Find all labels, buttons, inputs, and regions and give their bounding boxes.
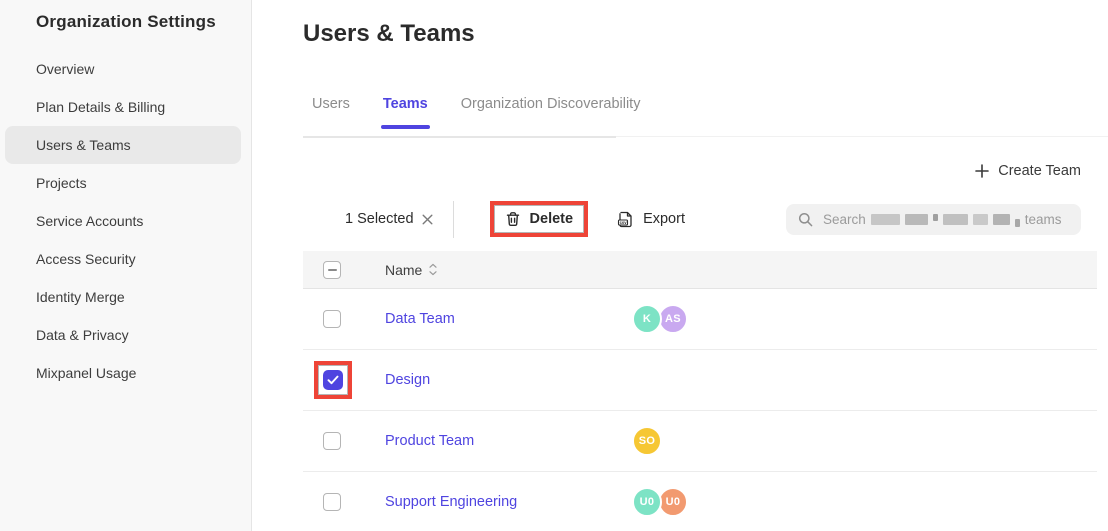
sidebar-item-service-accounts[interactable]: Service Accounts <box>0 202 251 240</box>
row-checkbox-data-team[interactable] <box>323 310 341 328</box>
redacted-text <box>943 214 968 225</box>
search-teams-input[interactable]: Search teams <box>786 204 1081 235</box>
team-link-design[interactable]: Design <box>385 372 430 388</box>
clear-selection-button[interactable] <box>422 214 433 225</box>
export-label: Export <box>643 211 685 227</box>
column-header-name[interactable]: Name <box>385 262 422 278</box>
export-button[interactable]: csv Export <box>617 211 685 228</box>
sidebar-item-users-teams[interactable]: Users & Teams <box>5 126 241 164</box>
member-avatars: U0 U0 <box>632 487 688 517</box>
annotation-box-design-checkbox <box>314 361 352 399</box>
table-row-product-team: Product Team SO <box>303 411 1097 472</box>
redacted-text <box>905 214 928 225</box>
table-header-row: Name <box>303 251 1097 289</box>
sidebar-item-mixpanel-usage[interactable]: Mixpanel Usage <box>0 354 251 392</box>
table-row-design: Design <box>303 350 1097 411</box>
x-icon <box>422 214 433 225</box>
tab-bar: Users Teams Organization Discoverability <box>310 96 642 134</box>
sidebar: Organization Settings Overview Plan Deta… <box>0 0 252 531</box>
sidebar-nav: Overview Plan Details & Billing Users & … <box>0 50 251 392</box>
table-row-support-engineering: Support Engineering U0 U0 <box>303 472 1097 531</box>
table-row-data-team: Data Team K AS <box>303 289 1097 350</box>
row-checkbox-product-team[interactable] <box>323 432 341 450</box>
avatar: SO <box>632 426 662 456</box>
sidebar-title: Organization Settings <box>0 0 251 32</box>
organization-settings-screen: Organization Settings Overview Plan Deta… <box>0 0 1108 531</box>
avatar: K <box>632 304 662 334</box>
tab-bar-divider <box>303 136 616 138</box>
avatar: U0 <box>658 487 688 517</box>
redacted-text <box>973 214 988 225</box>
tab-bar-divider-light <box>616 136 1108 137</box>
row-checkbox-support-engineering[interactable] <box>323 493 341 511</box>
sidebar-item-plan-details-billing[interactable]: Plan Details & Billing <box>0 88 251 126</box>
member-avatars: SO <box>632 426 662 456</box>
main-content: Users & Teams Users Teams Organization D… <box>252 0 1108 531</box>
team-link-support-engineering[interactable]: Support Engineering <box>385 494 517 510</box>
delete-button[interactable]: Delete <box>505 211 574 227</box>
teams-table: Name Data Team K AS <box>303 251 1097 531</box>
sidebar-item-overview[interactable]: Overview <box>0 50 251 88</box>
search-placeholder-suffix: teams <box>1025 212 1062 227</box>
selection-toolbar: 1 Selected Delete <box>345 197 685 241</box>
check-icon <box>327 375 339 385</box>
delete-label: Delete <box>530 211 574 227</box>
member-avatars: K AS <box>632 304 688 334</box>
magnifier-icon <box>798 212 813 227</box>
team-link-product-team[interactable]: Product Team <box>385 433 474 449</box>
sidebar-item-identity-merge[interactable]: Identity Merge <box>0 278 251 316</box>
create-team-button[interactable]: Create Team <box>975 163 1081 179</box>
sort-chevrons-icon[interactable] <box>429 263 437 276</box>
team-link-data-team[interactable]: Data Team <box>385 311 455 327</box>
tab-users[interactable]: Users <box>310 96 352 134</box>
annotation-box-delete: Delete <box>490 201 589 237</box>
redacted-text <box>993 214 1010 225</box>
sidebar-item-access-security[interactable]: Access Security <box>0 240 251 278</box>
row-checkbox-design[interactable] <box>323 370 343 390</box>
csv-file-icon: csv <box>617 211 634 228</box>
avatar: U0 <box>632 487 662 517</box>
indeterminate-mark <box>328 269 337 271</box>
search-placeholder: Search teams <box>823 212 1062 227</box>
tab-organization-discoverability[interactable]: Organization Discoverability <box>459 96 643 134</box>
create-team-label: Create Team <box>998 163 1081 179</box>
search-placeholder-prefix: Search <box>823 212 866 227</box>
trash-icon <box>505 211 521 227</box>
svg-text:csv: csv <box>620 220 628 225</box>
tab-teams[interactable]: Teams <box>381 96 430 134</box>
redacted-text <box>1015 219 1020 227</box>
avatar: AS <box>658 304 688 334</box>
plus-icon <box>975 164 989 178</box>
select-all-checkbox[interactable] <box>323 261 341 279</box>
redacted-text <box>871 214 900 225</box>
sidebar-item-projects[interactable]: Projects <box>0 164 251 202</box>
sidebar-item-data-privacy[interactable]: Data & Privacy <box>0 316 251 354</box>
page-title: Users & Teams <box>303 20 475 48</box>
toolbar-divider <box>453 201 454 238</box>
selected-count: 1 Selected <box>345 211 414 227</box>
redacted-text <box>933 214 938 221</box>
